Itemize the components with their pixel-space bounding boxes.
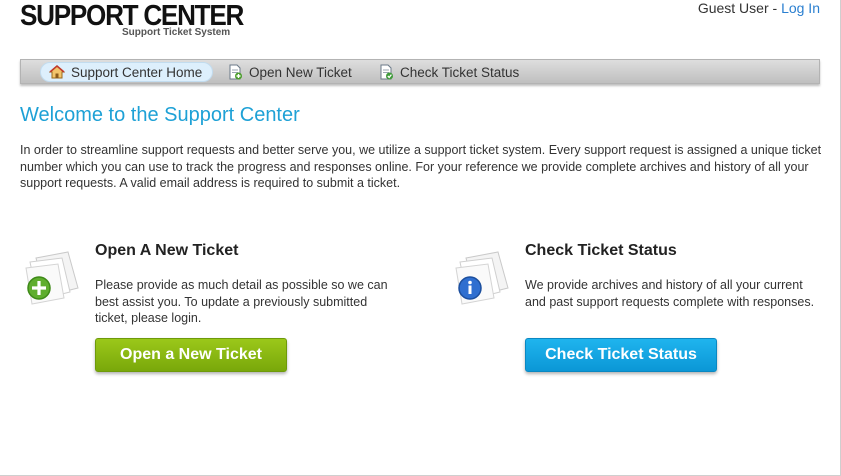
user-label: Guest User - (697, 0, 782, 16)
nav-item-open-ticket[interactable]: Open New Ticket (219, 62, 362, 82)
open-new-ticket-button[interactable]: Open a New Ticket (95, 338, 287, 372)
nav-item-label: Support Center Home (71, 64, 203, 80)
login-link[interactable]: Log In (781, 0, 820, 16)
new-ticket-plus-icon (22, 248, 80, 308)
nav-item-label: Check Ticket Status (400, 64, 520, 80)
nav-bar: Support Center Home Open New Ticket Chec… (20, 59, 820, 84)
user-bar: Guest User - Log In (698, 0, 820, 16)
check-ticket-status-button[interactable]: Check Ticket Status (525, 338, 717, 372)
ticket-status-icon (378, 64, 394, 80)
check-status-title: Check Ticket Status (525, 242, 677, 259)
home-icon (48, 64, 66, 80)
check-status-text: We provide archives and history of all y… (525, 278, 815, 309)
nav-item-check-status[interactable]: Check Ticket Status (370, 62, 529, 82)
nav-item-label: Open New Ticket (249, 64, 352, 80)
nav-item-home[interactable]: Support Center Home (40, 62, 214, 82)
intro-text: In order to streamline support requests … (20, 143, 822, 190)
open-ticket-text: Please provide as much detail as possibl… (95, 278, 388, 325)
page-title: Welcome to the Support Center (20, 104, 300, 126)
new-ticket-icon (227, 64, 243, 80)
open-ticket-title: Open A New Ticket (95, 242, 239, 259)
logo-subtitle: Support Ticket System (122, 27, 231, 38)
info-ticket-icon (452, 248, 510, 308)
